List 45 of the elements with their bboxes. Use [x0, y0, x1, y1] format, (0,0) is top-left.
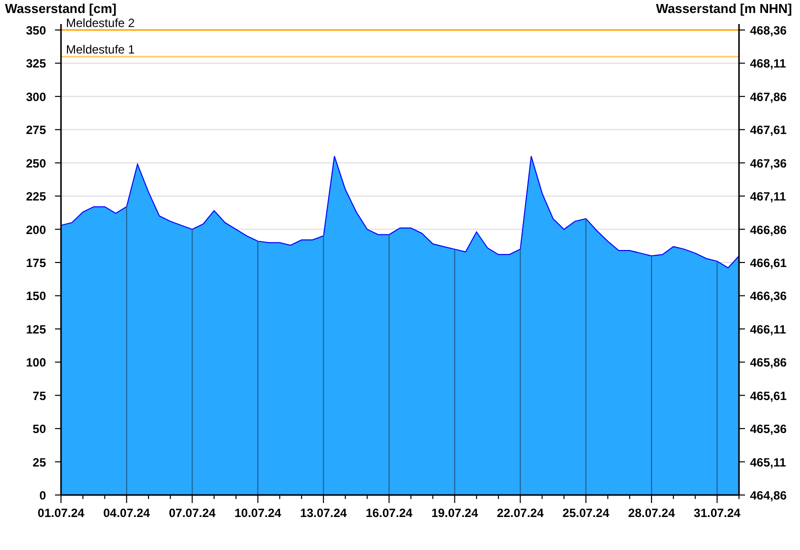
y-tick-label: 468,36 — [750, 24, 787, 38]
y-tick-label: 465,61 — [750, 388, 787, 403]
y-tick-label: 467,61 — [750, 123, 787, 138]
right-axis-title: Wasserstand [m NHN] — [656, 1, 792, 16]
y-tick-label: 75 — [32, 388, 46, 403]
y-tick-label: 465,86 — [750, 356, 787, 370]
x-tick-label: 19.07.24 — [431, 506, 478, 520]
y-tick-label: 466,86 — [750, 222, 787, 237]
threshold-label: Meldestufe 1 — [66, 42, 135, 57]
left-axis-title: Wasserstand [cm] — [5, 1, 116, 16]
y-tick-label: 465,36 — [750, 422, 787, 436]
y-tick-label: 464,86 — [750, 488, 787, 502]
y-tick-label: 125 — [26, 322, 46, 336]
y-tick-label: 468,11 — [750, 56, 786, 71]
threshold-label: Meldestufe 2 — [66, 16, 135, 30]
x-tick-label: 16.07.24 — [366, 506, 412, 520]
x-tick-label: 22.07.24 — [496, 506, 544, 520]
y-tick-label: 100 — [26, 356, 46, 370]
x-tick-label: 25.07.24 — [562, 506, 610, 520]
y-tick-label: 225 — [26, 190, 46, 204]
y-tick-label: 465,11 — [750, 455, 786, 470]
y-tick-label: 350 — [26, 24, 46, 38]
y-tick-label: 467,36 — [750, 156, 787, 170]
y-tick-label: 25 — [32, 455, 46, 470]
x-tick-label: 31.07.24 — [694, 506, 740, 520]
x-tick-label: 10.07.24 — [234, 506, 282, 520]
y-tick-label: 150 — [26, 289, 46, 304]
x-tick-label: 28.07.24 — [628, 506, 675, 520]
y-tick-label: 0 — [39, 488, 46, 502]
y-tick-label: 467,86 — [750, 90, 787, 104]
y-tick-label: 250 — [26, 156, 46, 170]
x-tick-label: 07.07.24 — [168, 506, 216, 520]
y-tick-label: 300 — [26, 90, 46, 104]
y-tick-label: 466,11 — [750, 322, 786, 336]
y-tick-label: 325 — [26, 56, 46, 71]
x-tick-label: 01.07.24 — [38, 506, 84, 520]
y-tick-label: 275 — [26, 123, 46, 138]
x-tick-label: 04.07.24 — [103, 506, 150, 520]
y-tick-label: 50 — [32, 422, 46, 436]
y-tick-label: 467,11 — [750, 190, 786, 204]
y-tick-label: 200 — [26, 222, 46, 237]
y-tick-label: 466,61 — [750, 256, 787, 270]
y-tick-label: 175 — [26, 256, 46, 270]
y-tick-label: 466,36 — [750, 289, 787, 304]
x-tick-label: 13.07.24 — [300, 506, 347, 520]
